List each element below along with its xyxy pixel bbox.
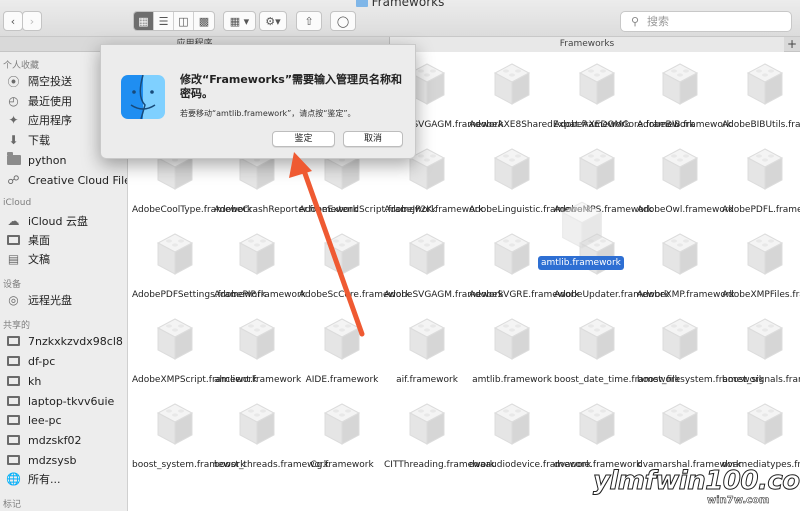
annotation-arrow — [289, 152, 365, 337]
watermark-sub: win7w.com — [707, 495, 770, 507]
watermark-main: ylmfwin100.com — [592, 466, 800, 497]
